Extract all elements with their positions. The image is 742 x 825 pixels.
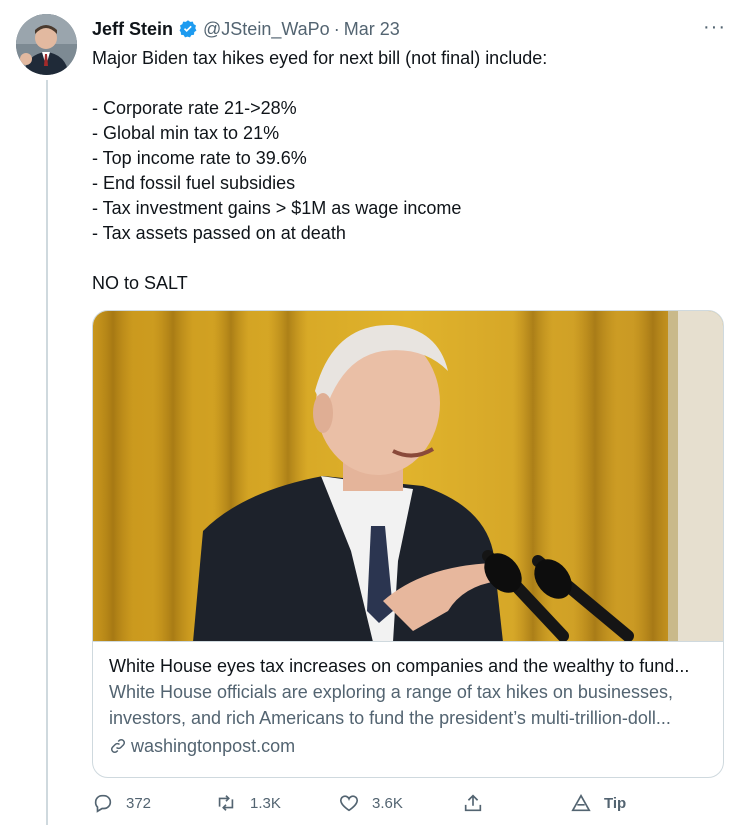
tweet-text-line: Major Biden tax hikes eyed for next bill… xyxy=(92,48,548,68)
share-icon xyxy=(464,794,482,812)
tweet-text-line: - Corporate rate 21->28% xyxy=(92,98,297,118)
tweet-text-line: - Global min tax to 21% xyxy=(92,123,280,143)
tweet-text-line: - End fossil fuel subsidies xyxy=(92,173,296,193)
tweet-text-line xyxy=(92,71,722,96)
reply-icon xyxy=(94,794,112,813)
verified-badge-icon xyxy=(178,19,198,39)
thread-line xyxy=(46,80,48,825)
tip-button[interactable]: Tip xyxy=(570,792,626,814)
tweet-text: Major Biden tax hikes eyed for next bill… xyxy=(92,46,722,296)
tweet-text-line: - Top income rate to 39.6% xyxy=(92,148,307,168)
card-domain-text: washingtonpost.com xyxy=(131,736,296,756)
author-name[interactable]: Jeff Stein xyxy=(92,19,173,40)
tip-icon xyxy=(571,793,591,812)
author-handle[interactable]: @JStein_WaPo xyxy=(203,19,330,40)
tweet-text-line: - Tax assets passed on at death xyxy=(92,223,346,243)
card-description: White House officials are exploring a ra… xyxy=(109,682,673,702)
tweet-text-line: - Tax investment gains > $1M as wage inc… xyxy=(92,198,462,218)
tweet-text-line: NO to SALT xyxy=(92,273,188,293)
retweet-button[interactable]: 1.3K xyxy=(214,792,281,814)
header-separator: · xyxy=(333,18,340,39)
reply-button[interactable]: 372 xyxy=(92,792,151,814)
retweet-count: 1.3K xyxy=(250,794,281,812)
link-preview-card[interactable]: White House eyes tax increases on compan… xyxy=(92,310,724,778)
tweet-text-line xyxy=(92,246,722,271)
card-body: White House eyes tax increases on compan… xyxy=(109,653,709,759)
like-button[interactable]: 3.6K xyxy=(338,792,403,814)
card-image[interactable] xyxy=(93,311,723,642)
card-domain: washingtonpost.com xyxy=(109,733,709,759)
tweet-header: Jeff Stein @JStein_WaPo · Mar 23 ··· xyxy=(92,16,726,42)
tip-label: Tip xyxy=(604,794,627,812)
heart-icon xyxy=(339,795,359,812)
retweet-icon xyxy=(218,795,234,811)
more-icon[interactable]: ··· xyxy=(703,16,726,39)
share-button[interactable] xyxy=(462,792,496,814)
avatar[interactable] xyxy=(16,14,77,75)
like-count: 3.6K xyxy=(372,794,403,812)
tweet-actions: 372 1.3K 3.6K Tip xyxy=(92,792,722,822)
card-title: White House eyes tax increases on compan… xyxy=(109,656,690,676)
card-description: investors, and rich Americans to fund th… xyxy=(109,708,671,728)
reply-count: 372 xyxy=(126,794,152,812)
tweet-date[interactable]: Mar 23 xyxy=(344,19,400,40)
link-icon xyxy=(109,737,127,755)
